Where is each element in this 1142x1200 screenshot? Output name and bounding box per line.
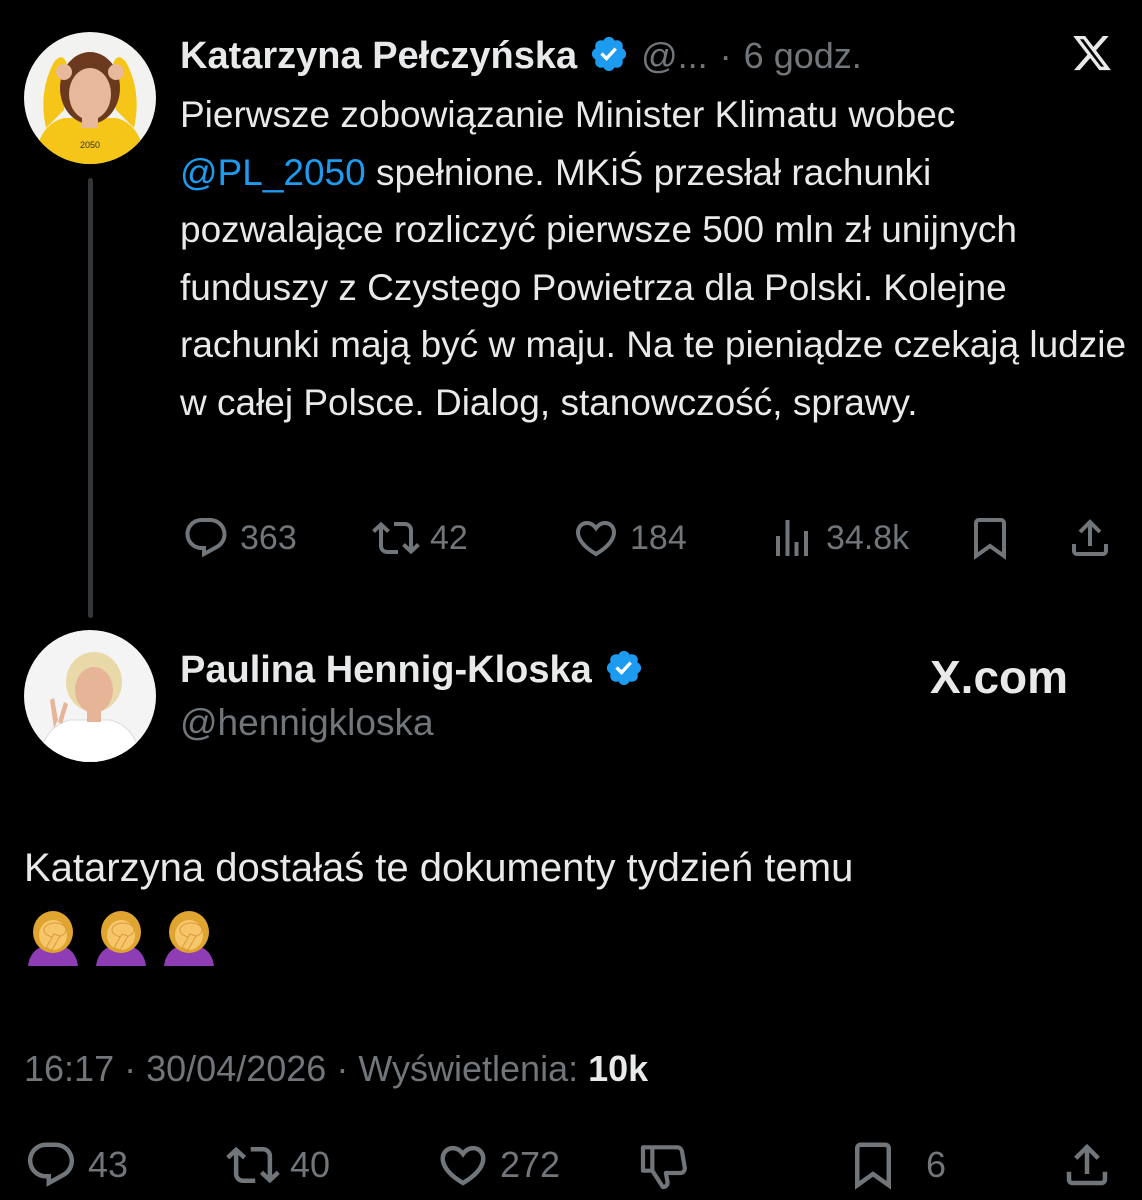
- header-separator: ·: [719, 35, 732, 76]
- heart-icon: [575, 521, 617, 557]
- tweet-date[interactable]: 30/04/2026: [146, 1048, 326, 1089]
- avatar-katarzyna[interactable]: 2050: [24, 32, 156, 164]
- heart-icon: [440, 1145, 486, 1186]
- repost-icon: [226, 1146, 280, 1184]
- author-name[interactable]: Paulina Hennig-Kloska: [180, 649, 592, 692]
- reply-count: 363: [240, 518, 297, 557]
- repost-icon: [372, 521, 420, 555]
- repost-count: 40: [290, 1144, 331, 1185]
- thread-line: [88, 178, 93, 618]
- author-name[interactable]: Katarzyna Pełczyńska: [180, 35, 577, 78]
- emoji-row: [24, 908, 218, 966]
- tweet-time[interactable]: 16:17: [24, 1048, 114, 1089]
- repost-button[interactable]: 40: [226, 1138, 330, 1192]
- verified-badge-icon: [604, 648, 644, 693]
- bookmark-icon: [974, 518, 1006, 560]
- repost-count: 42: [430, 518, 468, 557]
- share-icon: [1066, 1143, 1108, 1186]
- like-button[interactable]: 184: [572, 514, 687, 562]
- author-handle[interactable]: @hennigkloska: [180, 702, 434, 744]
- main-tweet-text: Katarzyna dostałaś te dokumenty tydzień …: [24, 846, 854, 890]
- tweet-time[interactable]: 6 godz.: [744, 35, 862, 77]
- dislike-button[interactable]: [636, 1138, 692, 1194]
- like-count: 184: [630, 518, 687, 557]
- xcom-watermark: X.com: [930, 651, 1069, 703]
- reply-count: 43: [88, 1144, 129, 1185]
- reply-icon: [27, 1142, 75, 1187]
- meta-separator: ·: [336, 1048, 349, 1089]
- author-handle[interactable]: @...: [641, 35, 708, 77]
- share-icon: [1072, 519, 1108, 556]
- quoted-tweet-header: Katarzyna Pełczyńska @... · 6 godz.: [180, 30, 862, 82]
- avatar-shirt-text: 2050: [80, 140, 100, 150]
- like-count: 272: [500, 1144, 561, 1185]
- views-label: Wyświetlenia:: [358, 1048, 579, 1089]
- views-icon: [776, 520, 808, 556]
- views-value: 10k: [588, 1048, 649, 1089]
- share-button[interactable]: [1066, 514, 1114, 562]
- bookmark-count: 6: [926, 1144, 947, 1185]
- facepalm-woman-emoji: [164, 911, 214, 966]
- bookmark-button[interactable]: [966, 514, 1014, 562]
- meta-separator: ·: [124, 1048, 137, 1089]
- views-count: 34.8k: [826, 518, 910, 557]
- facepalm-woman-emoji: [96, 911, 146, 966]
- bookmark-button[interactable]: 6: [846, 1138, 946, 1192]
- reply-button[interactable]: 363: [182, 514, 297, 562]
- views-button[interactable]: 34.8k: [768, 514, 909, 562]
- verified-badge-icon: [589, 34, 629, 79]
- thumbs-down-icon: [640, 1145, 687, 1190]
- quoted-tweet-text: Pierwsze zobowiązanie Minister Klimatu w…: [180, 86, 1130, 431]
- reply-icon: [185, 518, 227, 558]
- tweet-meta: 16:17 · 30/04/2026 · Wyświetlenia: 10k: [24, 1048, 648, 1090]
- repost-button[interactable]: 42: [372, 514, 468, 562]
- bookmark-icon: [855, 1142, 891, 1190]
- like-button[interactable]: 272: [436, 1138, 560, 1192]
- main-tweet-header: Paulina Hennig-Kloska: [180, 644, 644, 696]
- avatar-paulina[interactable]: [24, 630, 156, 762]
- facepalm-woman-emoji: [28, 911, 78, 966]
- x-logo-icon[interactable]: [1070, 32, 1114, 79]
- reply-button[interactable]: 43: [24, 1138, 128, 1192]
- tweet-text-part-1: Pierwsze zobowiązanie Minister Klimatu w…: [180, 94, 956, 135]
- share-button[interactable]: [1060, 1138, 1114, 1192]
- mention-link[interactable]: @PL_2050: [180, 152, 366, 193]
